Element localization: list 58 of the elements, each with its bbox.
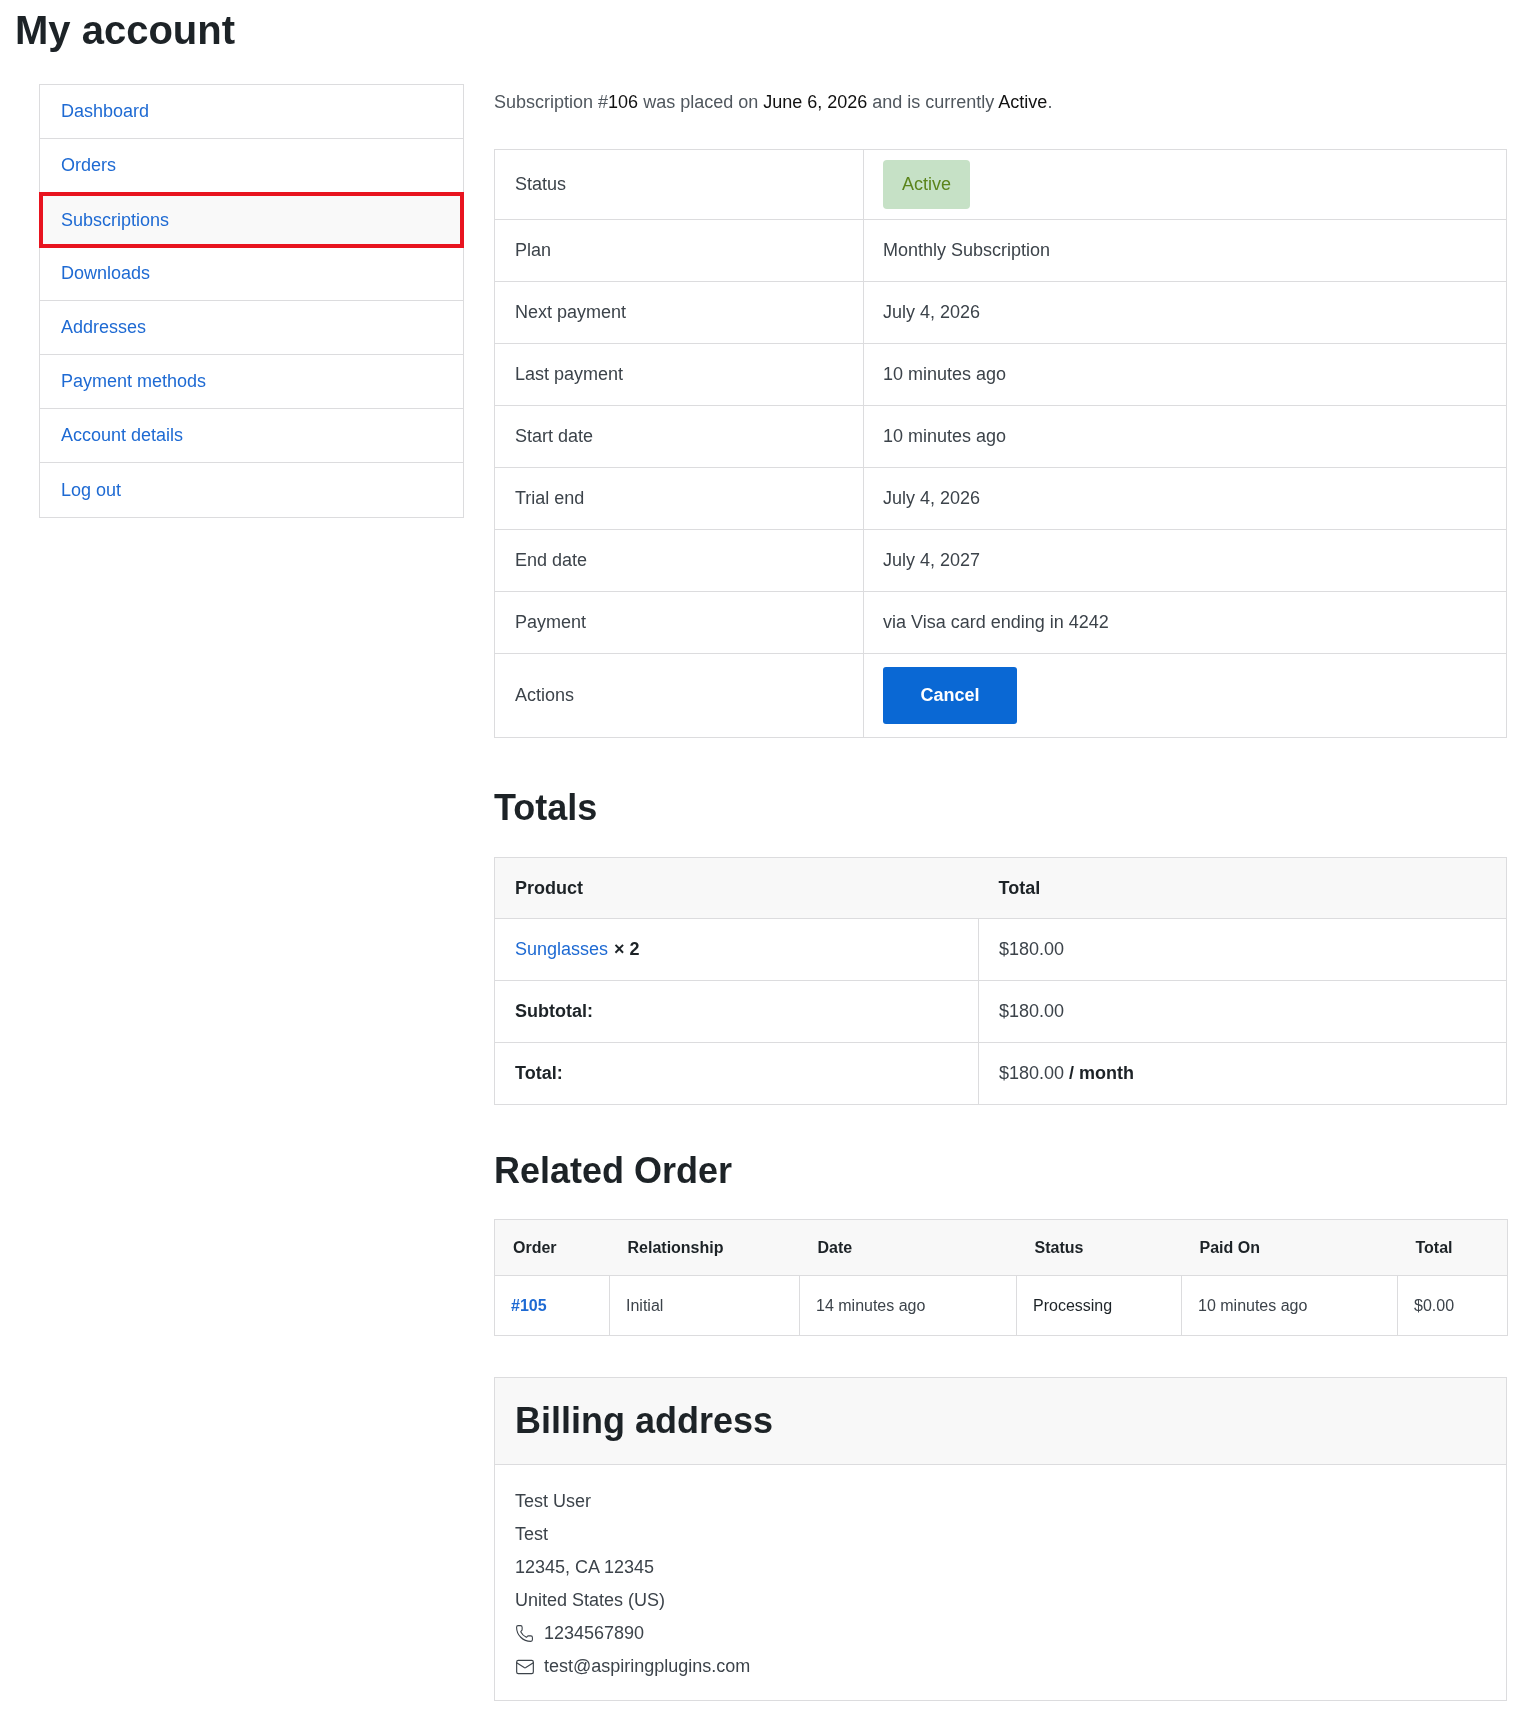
section-heading: Totals <box>494 786 599 830</box>
table-cell: Processing <box>1016 1275 1182 1336</box>
table-cell: $180.00 <box>978 918 1507 981</box>
page-title: My account <box>15 7 237 54</box>
nav-link[interactable]: Dashboard <box>40 85 463 139</box>
table-cell: via Visa card ending in 4242 <box>863 591 1507 654</box>
row-label: Actions <box>494 653 864 738</box>
phone-icon <box>515 1624 534 1643</box>
table-cell: $180.00 <box>978 980 1507 1043</box>
address-line: United States (US) <box>515 1589 666 1612</box>
email-address: test@aspiringplugins.com <box>544 1655 751 1678</box>
table-cell: 10 minutes ago <box>863 343 1507 406</box>
table-cell: July 4, 2026 <box>863 467 1507 530</box>
row-label: Subtotal: <box>494 980 979 1043</box>
table-cell: Monthly Subscription <box>863 219 1507 282</box>
table-cell: July 4, 2027 <box>863 529 1507 592</box>
row-label: Total: <box>494 1042 979 1105</box>
table-cell: July 4, 2026 <box>863 281 1507 344</box>
section-heading: Billing address <box>515 1399 774 1443</box>
product-quantity: × 2 <box>614 939 640 959</box>
subscription-summary: Subscription #106 was placed on June 6, 2026 and is currently Active. <box>494 91 1054 114</box>
status-badge: Active <box>883 160 971 209</box>
row-label: Next payment <box>494 281 864 344</box>
address-line: Test User <box>515 1490 592 1513</box>
row-label: End date <box>494 529 864 592</box>
cancel-button[interactable]: Cancel <box>883 667 1017 724</box>
column-header: Date <box>799 1219 1017 1276</box>
row-label: Start date <box>494 405 864 468</box>
nav-link[interactable]: Log out <box>40 463 463 517</box>
table-cell: $180.00 / month <box>978 1042 1507 1105</box>
address-line: Test <box>515 1523 548 1546</box>
nav-link[interactable]: Payment methods <box>40 355 463 409</box>
column-header: Paid On <box>1181 1219 1398 1276</box>
table-cell: $0.00 <box>1397 1275 1508 1336</box>
product-link[interactable]: Sunglasses <box>515 939 609 959</box>
phone-number: 1234567890 <box>544 1622 645 1645</box>
column-header: Status <box>1016 1219 1182 1276</box>
row-label: Trial end <box>494 467 864 530</box>
table-cell: 10 minutes ago <box>1181 1275 1398 1336</box>
table-cell: 10 minutes ago <box>863 405 1507 468</box>
nav-link[interactable]: Subscriptions <box>39 192 464 248</box>
column-header: Product <box>494 857 979 919</box>
column-header: Order <box>494 1219 610 1276</box>
column-header: Total <box>1397 1219 1508 1276</box>
row-label: Plan <box>494 219 864 282</box>
address-line: 12345, CA 12345 <box>515 1556 655 1579</box>
nav-link[interactable]: Addresses <box>40 301 463 355</box>
section-heading: Related Order <box>494 1149 734 1193</box>
nav-link[interactable]: Downloads <box>40 247 463 301</box>
column-header: Relationship <box>609 1219 800 1276</box>
row-label: Payment <box>494 591 864 654</box>
table-cell: 14 minutes ago <box>799 1275 1017 1336</box>
row-label: Status <box>494 149 864 220</box>
table-cell: Initial <box>609 1275 800 1336</box>
row-label: Last payment <box>494 343 864 406</box>
nav-link[interactable]: Account details <box>40 409 463 463</box>
order-link[interactable]: #105 <box>511 1296 547 1314</box>
column-header: Total <box>978 857 1507 919</box>
